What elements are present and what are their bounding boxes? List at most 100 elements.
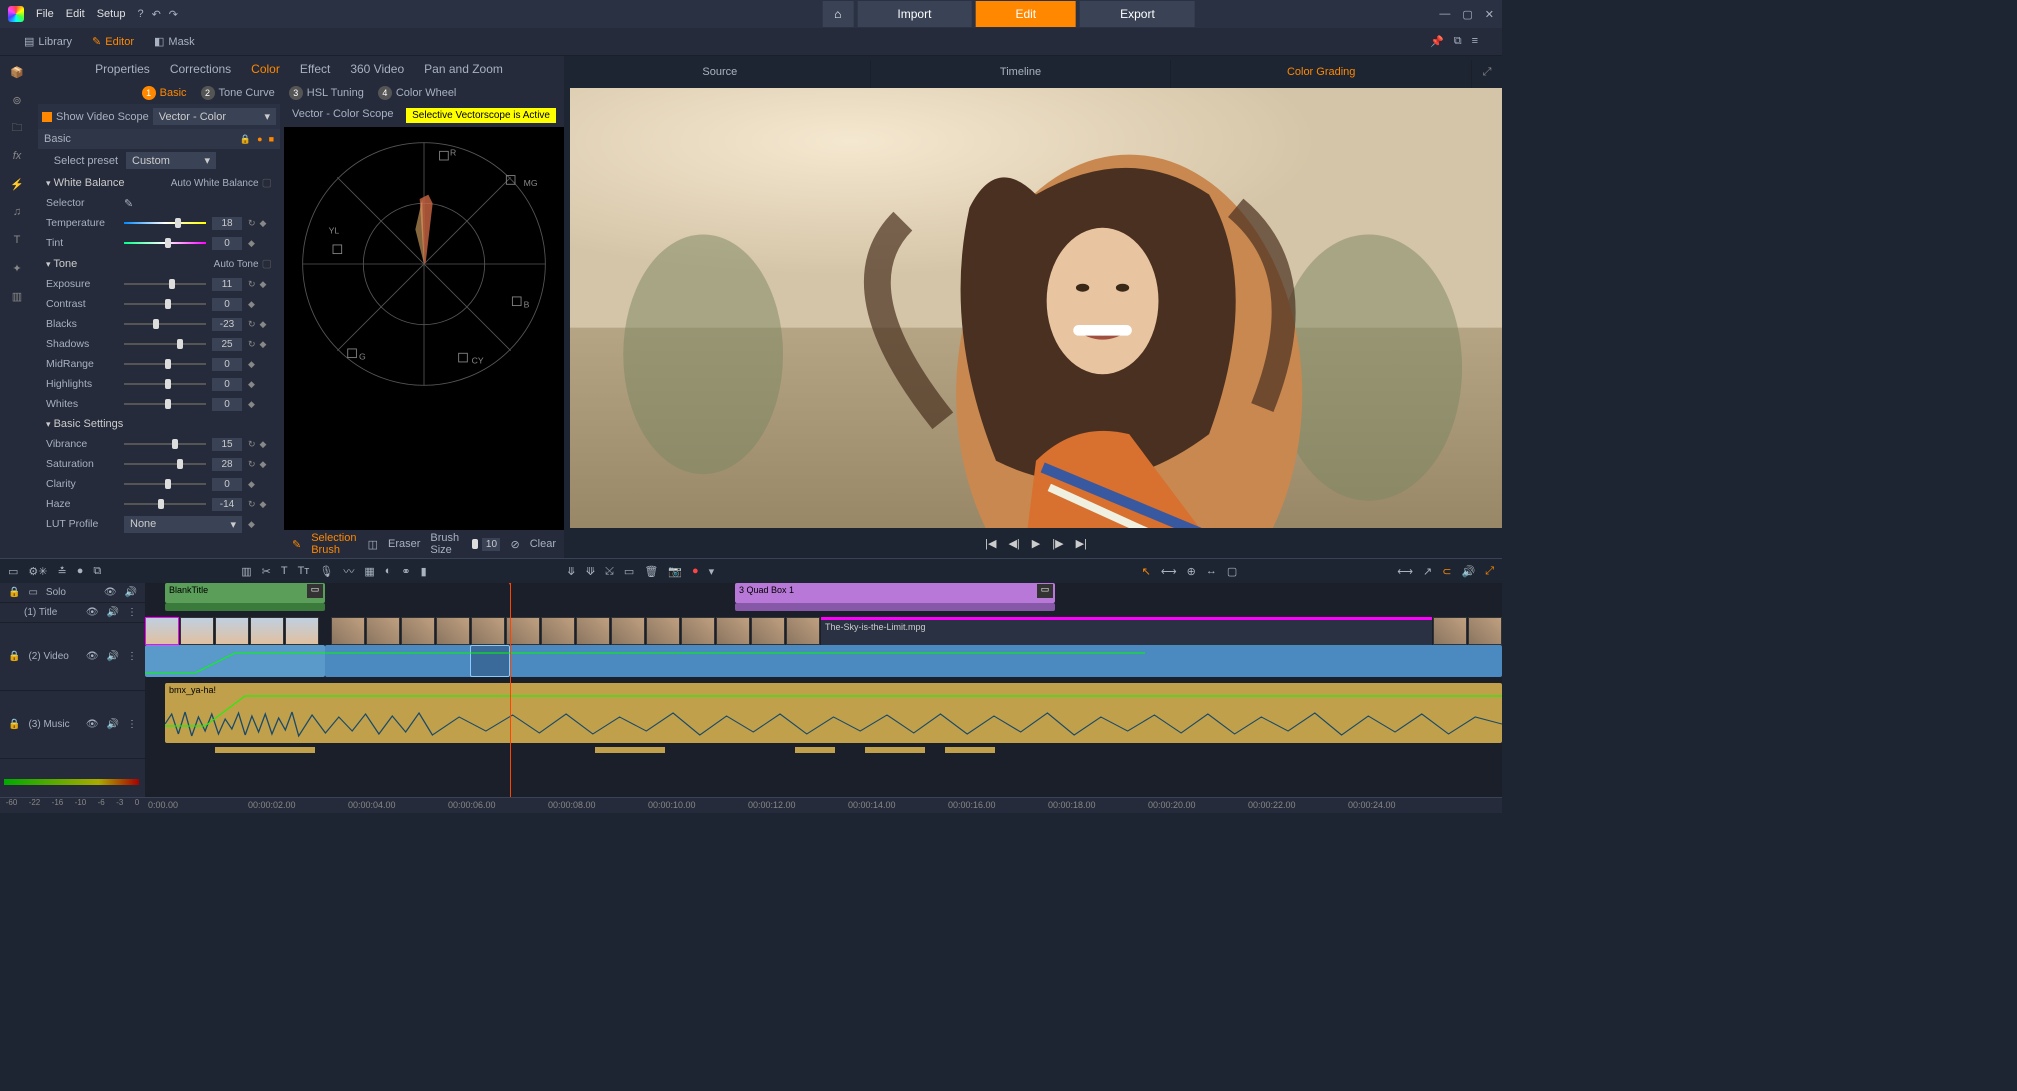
music-segment[interactable] [945, 747, 995, 753]
enable-dot-icon[interactable]: ● [257, 134, 262, 145]
keyframe-icon[interactable]: ◆ [260, 499, 267, 510]
tl-t-icon[interactable]: T [281, 565, 288, 577]
auto-tone-button[interactable]: Auto Tone [214, 259, 259, 270]
menu-setup[interactable]: Setup [97, 8, 126, 20]
timeline-content[interactable]: BlankTitle▭ 3 Quad Box 1▭ [145, 583, 1502, 797]
video-thumb[interactable] [436, 617, 470, 645]
step-back-icon[interactable]: ◀| [1008, 537, 1019, 550]
video-thumb[interactable] [401, 617, 435, 645]
play-icon[interactable]: ▶ [1032, 537, 1040, 550]
show-scope-checkbox[interactable] [42, 112, 52, 122]
eraser-button[interactable]: Eraser [388, 538, 420, 550]
reset-icon[interactable]: ↻ [248, 279, 256, 290]
video-thumb[interactable] [716, 617, 750, 645]
saturation-value[interactable]: 28 [212, 458, 242, 471]
video-thumb[interactable] [611, 617, 645, 645]
music-segment[interactable] [865, 747, 925, 753]
highlights-value[interactable]: 0 [212, 378, 242, 391]
colortab-basic[interactable]: 1Basic [142, 86, 187, 100]
expand-icon[interactable]: ⤢ [1472, 60, 1502, 88]
haze-value[interactable]: -14 [212, 498, 242, 511]
tl-copy-icon[interactable]: ⧉ [93, 565, 101, 578]
subtab-corrections[interactable]: Corrections [170, 62, 231, 76]
more-icon[interactable]: ⋮ [127, 719, 137, 730]
speaker-icon[interactable]: 🔊 [125, 587, 137, 598]
keyframe-icon[interactable]: ◆ [260, 439, 267, 450]
tl-tt-icon[interactable]: Tᴛ [298, 565, 310, 577]
video-thumb[interactable] [646, 617, 680, 645]
import-button[interactable]: Import [857, 1, 971, 27]
video-thumb[interactable] [681, 617, 715, 645]
lock-icon[interactable]: 🔒 [8, 651, 20, 662]
speaker-icon[interactable]: 🔊 [107, 651, 119, 662]
menu-file[interactable]: File [36, 8, 54, 20]
tl-icon[interactable]: ▭ [8, 565, 18, 578]
tl-bars-icon[interactable]: ▥ [241, 565, 251, 578]
exposure-value[interactable]: 11 [212, 278, 242, 291]
keyframe-icon[interactable]: ◆ [248, 399, 255, 410]
tl-mark-in-icon[interactable]: ⤋ [567, 565, 576, 578]
auto-wb-button[interactable]: Auto White Balance [171, 178, 259, 189]
chevron-down-icon[interactable]: ▾ [709, 565, 715, 578]
reset-icon[interactable]: ↻ [248, 439, 256, 450]
lock-icon[interactable]: 🔒 [8, 719, 20, 730]
clear-button[interactable]: Clear [530, 538, 556, 550]
tl-snap4-icon[interactable]: ▢ [1227, 565, 1237, 578]
eye-icon[interactable]: 👁 [86, 651, 99, 662]
temperature-value[interactable]: 18 [212, 217, 242, 230]
tl-trash-icon[interactable]: 🗑 [644, 565, 658, 578]
keyframe-icon[interactable]: ◆ [260, 319, 267, 330]
enable-sq-icon[interactable]: ■ [269, 134, 274, 145]
tl-grid-icon[interactable]: ▦ [364, 565, 374, 578]
video-thumb[interactable] [541, 617, 575, 645]
keyframe-icon[interactable]: ◆ [248, 479, 255, 490]
lock-icon[interactable]: 🔒 [240, 134, 251, 145]
tl-snap1-icon[interactable]: ⟷ [1161, 565, 1177, 578]
reset-icon[interactable]: ↻ [248, 459, 256, 470]
tl-magnet-icon[interactable]: ⊂ [1442, 565, 1451, 578]
midrange-value[interactable]: 0 [212, 358, 242, 371]
music-segment[interactable] [215, 747, 315, 753]
tl-snapshot-icon[interactable]: 📷 [668, 565, 682, 578]
tl-expand-icon[interactable]: ⤢ [1485, 565, 1494, 578]
minimize-icon[interactable]: — [1439, 8, 1450, 21]
video-thumb[interactable] [576, 617, 610, 645]
music-segment[interactable] [795, 747, 835, 753]
video-thumb[interactable] [366, 617, 400, 645]
close-icon[interactable]: ✕ [1485, 8, 1494, 21]
shadows-value[interactable]: 25 [212, 338, 242, 351]
keyframe-icon[interactable]: ◆ [248, 238, 255, 249]
title-clip-1[interactable]: BlankTitle▭ [165, 583, 325, 603]
bin-icon[interactable]: 📦 [9, 64, 25, 80]
tl-frame-icon[interactable]: ▮ [421, 565, 427, 578]
folder-icon[interactable]: 🗀 [9, 120, 25, 136]
music-icon[interactable]: ♫ [9, 204, 25, 220]
video-clip-name[interactable]: The-Sky-is-the-Limit.mpg [821, 617, 1432, 645]
reset-icon[interactable]: ↻ [248, 218, 256, 229]
vibrance-value[interactable]: 15 [212, 438, 242, 451]
video-thumb[interactable] [751, 617, 785, 645]
title-audio-1[interactable] [165, 603, 325, 611]
music-segment[interactable] [595, 747, 665, 753]
tab-mask[interactable]: ◧ Mask [154, 35, 195, 48]
keyframe-icon[interactable]: ◆ [248, 299, 255, 310]
video-thumb[interactable] [506, 617, 540, 645]
export-button[interactable]: Export [1080, 1, 1195, 27]
keyframe-icon[interactable]: ◆ [260, 339, 267, 350]
tab-library[interactable]: ▤ Library [24, 35, 72, 48]
reset-icon[interactable]: ↻ [248, 319, 256, 330]
redo-icon[interactable]: ↷ [169, 8, 178, 21]
menu-icon[interactable]: ≡ [1472, 35, 1478, 48]
timeline-ruler[interactable]: -60-22-16-10-6-30 0:00.00 00:00:02.00 00… [0, 797, 1502, 813]
subtab-panzoom[interactable]: Pan and Zoom [424, 62, 503, 76]
playhead[interactable] [510, 583, 511, 797]
colortab-colorwheel[interactable]: 4Color Wheel [378, 86, 457, 100]
tab-editor[interactable]: ✎ Editor [92, 35, 134, 48]
video-thumb[interactable] [250, 617, 284, 645]
video-thumb[interactable] [215, 617, 249, 645]
tl-vol-icon[interactable]: 🔊 [1461, 565, 1475, 578]
viewer-tab-colorgrading[interactable]: Color Grading [1171, 60, 1472, 88]
video-thumb[interactable] [331, 617, 365, 645]
viewer-tab-source[interactable]: Source [570, 60, 871, 88]
lock-icon[interactable]: 🔒 [8, 587, 20, 598]
